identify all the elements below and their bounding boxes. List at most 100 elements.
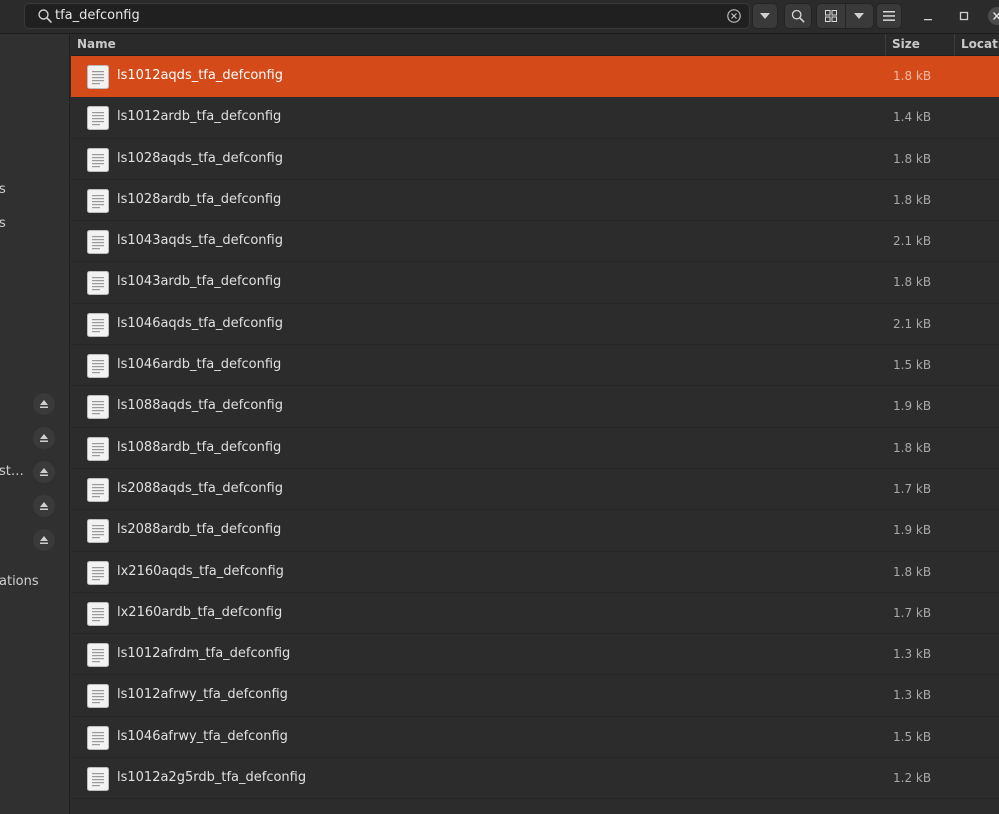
maximize-icon: [959, 11, 969, 21]
file-rows: ls1012aqds_tfa_defconfig 1.8 kB ls1012ar…: [71, 56, 999, 800]
file-name: ls1043ardb_tfa_defconfig: [117, 274, 282, 290]
column-divider: [885, 34, 886, 56]
file-size: 1.3 kB: [893, 688, 932, 703]
sidebar-item-label[interactable]: st…: [0, 464, 24, 479]
file-name: ls1012a2g5rdb_tfa_defconfig: [117, 770, 307, 786]
grid-view-button[interactable]: [817, 4, 845, 28]
clear-search-icon[interactable]: [726, 8, 742, 24]
text-file-icon: [87, 106, 109, 131]
column-location-header[interactable]: Locati: [961, 37, 999, 51]
file-size: 1.5 kB: [893, 358, 932, 373]
file-size: 1.8 kB: [893, 151, 932, 166]
text-file-icon: [87, 767, 109, 792]
file-row[interactable]: ls1043aqds_tfa_defconfig 2.1 kB: [71, 221, 999, 263]
file-row[interactable]: ls1046ardb_tfa_defconfig 1.5 kB: [71, 345, 999, 387]
text-file-icon: [87, 519, 109, 544]
file-row[interactable]: ls1012aqds_tfa_defconfig 1.8 kB: [71, 56, 999, 98]
file-size: 1.8 kB: [893, 192, 932, 207]
file-size: 2.1 kB: [893, 316, 932, 331]
file-size: 1.3 kB: [893, 647, 932, 662]
file-row[interactable]: ls1028aqds_tfa_defconfig 1.8 kB: [71, 139, 999, 180]
grid-icon: [824, 10, 837, 22]
search-query: tfa_defconfig: [55, 8, 140, 23]
file-row[interactable]: ls1043ardb_tfa_defconfig 1.8 kB: [71, 262, 999, 304]
column-size-header[interactable]: Size: [892, 37, 920, 51]
file-size: 1.8 kB: [893, 564, 932, 579]
file-row[interactable]: ls1012ardb_tfa_defconfig 1.4 kB: [71, 97, 999, 139]
minimize-button[interactable]: [918, 6, 938, 26]
file-name: ls1043aqds_tfa_defconfig: [117, 233, 283, 249]
maximize-button[interactable]: [954, 6, 974, 26]
text-file-icon: [87, 601, 109, 626]
eject-icon: [40, 468, 48, 476]
file-name: ls2088aqds_tfa_defconfig: [117, 480, 283, 496]
close-icon: [988, 7, 999, 25]
eject-button[interactable]: [33, 461, 55, 483]
file-name: ls1046ardb_tfa_defconfig: [117, 357, 282, 373]
search-input[interactable]: tfa_defconfig: [24, 3, 750, 29]
text-file-icon: [87, 477, 109, 502]
sidebar-item-label[interactable]: s: [0, 216, 6, 231]
search-icon: [791, 9, 805, 23]
text-file-icon: [87, 230, 109, 255]
minimize-icon: [924, 19, 932, 21]
eject-icon: [40, 400, 48, 408]
text-file-icon: [87, 188, 109, 213]
text-file-icon: [87, 271, 109, 296]
file-size: 1.7 kB: [893, 481, 932, 496]
search-toggle-button[interactable]: [784, 3, 812, 29]
eject-button[interactable]: [33, 495, 55, 517]
file-name: ls1088aqds_tfa_defconfig: [117, 398, 283, 414]
file-row[interactable]: lx2160aqds_tfa_defconfig 1.8 kB: [71, 552, 999, 593]
file-row[interactable]: ls1012afrdm_tfa_defconfig 1.3 kB: [71, 634, 999, 676]
chevron-down-icon: [760, 13, 770, 19]
file-row[interactable]: lx2160ardb_tfa_defconfig 1.7 kB: [71, 593, 999, 635]
file-row[interactable]: ls1046afrwy_tfa_defconfig 1.5 kB: [71, 717, 999, 759]
file-row[interactable]: ls1046aqds_tfa_defconfig 2.1 kB: [71, 304, 999, 346]
file-row[interactable]: ls1088ardb_tfa_defconfig 1.8 kB: [71, 428, 999, 469]
file-size: 1.4 kB: [893, 110, 932, 125]
file-name: lx2160ardb_tfa_defconfig: [117, 604, 283, 620]
text-file-icon: [87, 312, 109, 337]
eject-button[interactable]: [33, 393, 55, 415]
text-file-icon: [87, 395, 109, 420]
text-file-icon: [87, 436, 109, 461]
text-file-icon: [87, 65, 109, 89]
column-name-header[interactable]: Name: [77, 37, 116, 51]
eject-button[interactable]: [33, 529, 55, 551]
file-row[interactable]: ls1088aqds_tfa_defconfig 1.9 kB: [71, 386, 999, 428]
file-name: ls2088ardb_tfa_defconfig: [117, 522, 282, 538]
file-size: 1.8 kB: [893, 440, 932, 455]
search-options-dropdown[interactable]: [752, 3, 778, 29]
sidebar-item-label[interactable]: ations: [0, 574, 39, 589]
file-row[interactable]: ls2088aqds_tfa_defconfig 1.7 kB: [71, 469, 999, 511]
file-size: 1.9 kB: [893, 399, 932, 414]
sidebar: s s st… ations: [0, 34, 70, 814]
view-switcher: [816, 3, 874, 29]
file-name: ls1046aqds_tfa_defconfig: [117, 315, 283, 331]
menu-button[interactable]: [876, 3, 902, 29]
text-file-icon: [87, 354, 109, 379]
file-row[interactable]: ls1012afrwy_tfa_defconfig 1.3 kB: [71, 675, 999, 717]
text-file-icon: [87, 643, 109, 668]
eject-button[interactable]: [33, 427, 55, 449]
header-bar: tfa_defconfig: [0, 0, 999, 34]
close-button[interactable]: [986, 6, 999, 26]
text-file-icon: [87, 725, 109, 750]
file-size: 1.7 kB: [893, 605, 932, 620]
file-row[interactable]: ls1012a2g5rdb_tfa_defconfig 1.2 kB: [71, 758, 999, 800]
file-name: lx2160aqds_tfa_defconfig: [117, 563, 284, 579]
chevron-down-icon: [854, 13, 865, 19]
file-size: 1.2 kB: [893, 771, 932, 786]
file-name: ls1012aqds_tfa_defconfig: [117, 68, 283, 83]
file-name: ls1012afrdm_tfa_defconfig: [117, 646, 291, 662]
view-options-dropdown[interactable]: [844, 4, 874, 28]
file-name: ls1028aqds_tfa_defconfig: [117, 150, 283, 166]
sidebar-item-label[interactable]: s: [0, 182, 6, 197]
file-size: 1.9 kB: [893, 523, 932, 538]
file-row[interactable]: ls1028ardb_tfa_defconfig 1.8 kB: [71, 180, 999, 222]
eject-icon: [40, 536, 48, 544]
file-name: ls1012afrwy_tfa_defconfig: [117, 687, 288, 703]
text-file-icon: [87, 147, 109, 172]
file-row[interactable]: ls2088ardb_tfa_defconfig 1.9 kB: [71, 510, 999, 552]
